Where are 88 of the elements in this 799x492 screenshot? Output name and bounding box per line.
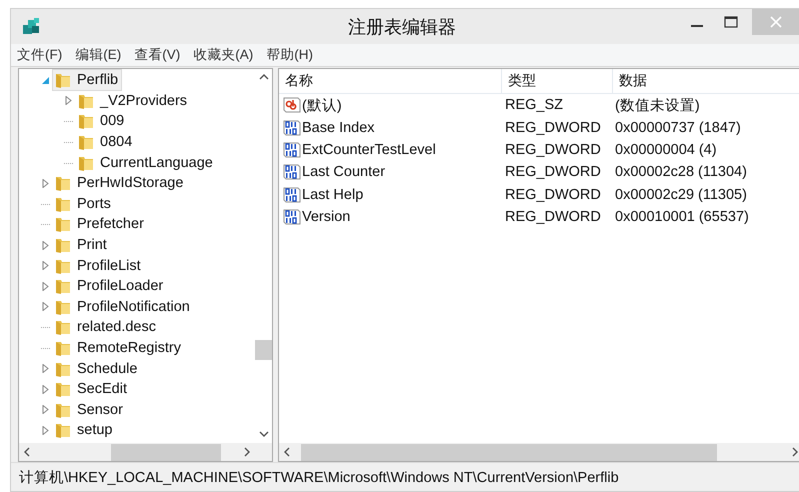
scrollbar-thumb[interactable] [255,340,272,360]
folder-icon [54,174,72,192]
scroll-right-icon[interactable] [243,447,251,457]
binary-value-icon [283,140,301,159]
tree-item[interactable]: RemoteRegistry [52,337,185,360]
scrollbar-thumb[interactable] [111,444,221,460]
value-data: 0x00000004 (4) [614,142,718,158]
expand-arrow-icon[interactable] [41,364,50,374]
value-type: REG_DWORD [504,164,602,180]
menu-item[interactable]: 查看(V) [134,46,180,64]
tree-item[interactable]: _V2Providers [75,90,192,112]
tree-item[interactable]: related.desc [52,316,160,338]
string-value-icon [283,96,301,114]
scroll-up-icon[interactable] [258,73,268,81]
folder-icon [77,133,95,152]
horizontal-scrollbar[interactable] [19,442,272,461]
tree-item[interactable]: Ports [52,192,115,215]
horizontal-scrollbar[interactable] [279,442,799,461]
column-header[interactable]: 名称 [279,69,502,93]
value-type: REG_DWORD [504,186,602,203]
expand-arrow-icon[interactable] [64,96,73,106]
scroll-down-icon[interactable] [258,430,268,438]
folder-icon [54,277,72,296]
value-name[interactable]: ExtCounterTestLevel [302,142,436,158]
menu-item[interactable]: 编辑(E) [75,46,122,64]
scroll-left-icon[interactable] [23,447,31,457]
maximize-icon [724,16,738,28]
tree-item[interactable]: Print [52,234,111,256]
scroll-right-icon[interactable] [791,447,799,457]
status-path: 计算机\HKEY_LOCAL_MACHINE\SOFTWARE\Microsoft\Windows NT\CurrentVersion\Perflib [19,468,619,486]
tree-item[interactable]: Perflib [52,69,122,92]
value-data: 0x00000737 (1847) [614,120,742,136]
folder-icon [54,236,72,254]
value-data: 0x00002c28 (11304) [614,164,748,180]
value-name[interactable]: Last Counter [302,164,386,180]
expand-arrow-icon[interactable] [41,405,50,414]
folder-icon [54,71,72,90]
scrollbar-thumb[interactable] [301,444,717,460]
close-icon [770,16,782,28]
value-type: REG_DWORD [504,142,602,158]
tree-item[interactable]: ProfileLoader [52,275,168,298]
tree-item[interactable]: SecEdit [52,378,131,400]
expand-arrow-icon[interactable] [41,261,50,270]
scroll-left-icon[interactable] [283,447,291,457]
expand-arrow-icon[interactable] [41,302,50,312]
expand-arrow-icon[interactable] [41,178,50,188]
value-name[interactable]: Last Help [302,186,364,203]
tree-item[interactable]: PerHwIdStorage [52,172,188,194]
expand-arrow-icon[interactable] [41,240,50,250]
binary-value-icon [283,163,301,182]
binary-value-icon [283,208,301,226]
value-data: 0x00002c29 (11305) [614,186,748,203]
collapse-arrow-icon[interactable] [41,76,50,85]
value-name[interactable]: Base Index [302,120,375,136]
menu-item[interactable]: 帮助(H) [266,46,313,64]
binary-value-icon [283,118,301,137]
tree-item[interactable]: CurrentLanguage [75,152,217,174]
column-header[interactable]: 数据 [613,69,799,93]
expand-arrow-icon[interactable] [41,426,50,435]
folder-icon [54,380,72,398]
tree-item[interactable]: Schedule [52,358,142,380]
value-name[interactable]: Version [302,209,350,226]
expand-arrow-icon[interactable] [41,384,50,394]
value-data: 0x00010001 (65537) [614,209,750,226]
value-data: (数值未设置) [614,96,701,115]
tree-item[interactable]: Sensor [52,398,127,421]
value-type: REG_DWORD [504,120,602,136]
folder-icon [54,421,72,440]
minimize-icon [691,25,703,27]
tree-item[interactable]: 009 [75,110,128,132]
binary-value-icon [283,186,301,204]
menu-item[interactable]: 收藏夹(A) [193,46,254,64]
tree-item[interactable]: ProfileNotification [52,296,194,318]
folder-icon [77,112,95,130]
folder-icon [54,215,72,234]
tree-item[interactable]: ProfileList [52,254,145,277]
value-type: REG_DWORD [504,209,602,226]
value-type: REG_SZ [504,97,564,114]
tree-item[interactable]: setup [52,419,116,442]
folder-icon [54,318,72,336]
tree-item[interactable]: 0804 [75,131,136,154]
folder-icon [54,339,72,358]
window-title: 注册表编辑器 [348,16,456,38]
tree-item[interactable]: Prefetcher [52,213,148,236]
menu-item[interactable]: 文件(F) [17,46,62,64]
expand-arrow-icon[interactable] [41,282,50,291]
column-header[interactable]: 类型 [502,69,613,93]
value-name[interactable]: (默认) [302,96,342,115]
